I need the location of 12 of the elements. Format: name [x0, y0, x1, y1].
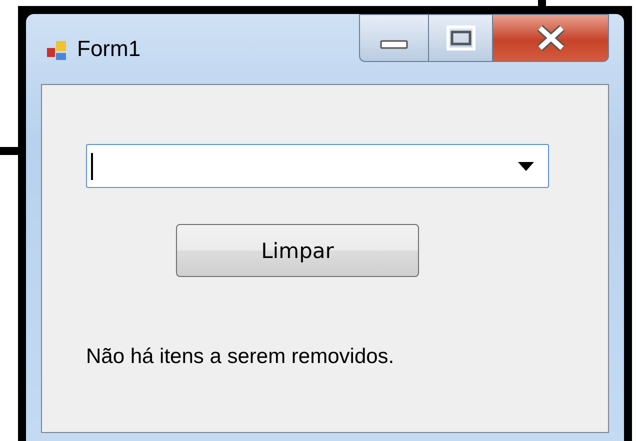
- window-title: Form1: [77, 36, 141, 62]
- minimize-button[interactable]: [359, 14, 429, 62]
- minimize-icon: [380, 40, 408, 50]
- close-icon: [536, 25, 566, 51]
- status-label: Não há itens a serem removidos.: [86, 345, 394, 369]
- close-button[interactable]: [493, 14, 609, 62]
- dropdown-arrow-icon: [518, 162, 534, 170]
- maximize-icon: [446, 25, 476, 51]
- app-icon: [45, 39, 69, 63]
- maximize-button[interactable]: [429, 14, 493, 62]
- clear-button[interactable]: Limpar: [176, 224, 419, 277]
- combo-box[interactable]: [86, 144, 549, 188]
